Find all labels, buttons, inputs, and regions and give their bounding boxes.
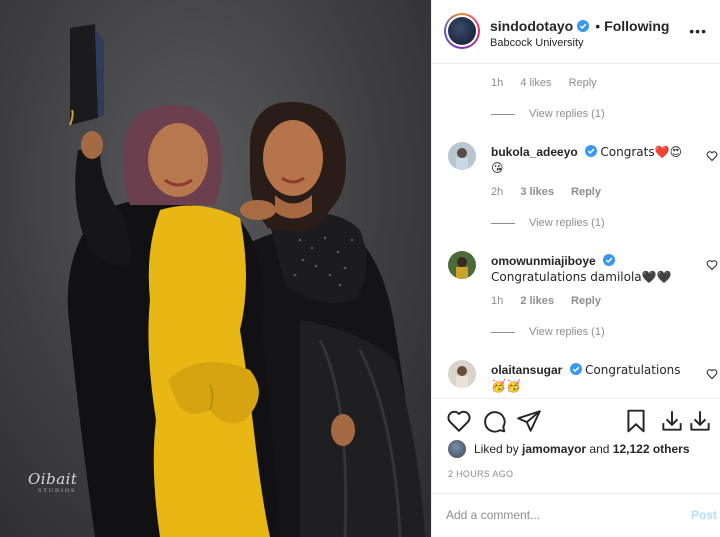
comment-likes[interactable]: 2 likes	[520, 295, 554, 307]
commenter-username[interactable]: omowunmiajiboye	[491, 254, 596, 268]
verified-badge-icon	[603, 254, 616, 266]
comment-reply-button[interactable]: Reply	[569, 77, 597, 89]
comments-list[interactable]: 1h 4 likes Reply View replies (1) bukola…	[432, 65, 720, 398]
post-header: sindodotayo • Following Babcock Universi…	[432, 0, 720, 64]
comment-likes[interactable]: 4 likes	[520, 77, 551, 89]
replies-line	[491, 331, 515, 333]
comment-input[interactable]	[446, 505, 666, 525]
download-alt-icon[interactable]	[687, 408, 713, 434]
commenter-username[interactable]: bukola_adeeyo	[491, 145, 578, 159]
add-comment-bar: Post	[432, 493, 720, 537]
following-button[interactable]: Following	[604, 18, 669, 34]
post-action-bar	[432, 398, 720, 444]
replies-line	[491, 113, 515, 115]
like-comment-heart-icon[interactable]	[706, 259, 718, 271]
commenter-avatar[interactable]	[448, 142, 476, 170]
likes-count[interactable]: 12,122 others	[613, 442, 690, 456]
author-line: sindodotayo • Following	[490, 18, 669, 34]
liked-by-prefix: Liked by	[474, 442, 519, 456]
comment-bubble-icon[interactable]	[481, 408, 507, 434]
post-side-panel: sindodotayo • Following Babcock Universi…	[431, 0, 720, 537]
comment-time: 2h	[491, 186, 504, 198]
more-options-icon[interactable]: •••	[689, 23, 707, 39]
comment-reply-button[interactable]: Reply	[571, 295, 601, 307]
verified-badge-icon	[585, 145, 598, 157]
verified-badge-icon	[569, 363, 582, 375]
comment-text-block: omowunmiajiboye Congratulations damilola…	[491, 253, 691, 285]
view-replies-label: View replies (1)	[529, 108, 605, 120]
author-avatar[interactable]	[444, 13, 480, 49]
post-comment-button[interactable]: Post	[691, 508, 717, 522]
save-bookmark-icon[interactable]	[623, 408, 649, 434]
liked-by-row: Liked by jamomayor and 12,122 others	[448, 440, 690, 458]
comment-meta: 1h 2 likes Reply	[491, 295, 615, 307]
view-replies-button[interactable]: View replies (1)	[491, 217, 605, 229]
post-photo[interactable]: Oibait STUDIOS	[0, 0, 431, 537]
view-replies-label: View replies (1)	[529, 217, 605, 229]
liker-avatar[interactable]	[448, 440, 466, 458]
comment-likes[interactable]: 3 likes	[520, 186, 554, 198]
author-username[interactable]: sindodotayo	[490, 18, 573, 34]
comment-body: Congratulations damilola🖤🖤	[491, 270, 672, 284]
watermark-sub: STUDIOS	[38, 488, 77, 494]
comment-time: 1h	[491, 295, 504, 307]
photo-illustration	[67, 24, 425, 537]
like-comment-heart-icon[interactable]	[706, 368, 718, 380]
view-replies-label: View replies (1)	[529, 326, 605, 338]
like-comment-heart-icon[interactable]	[706, 150, 718, 162]
comment-meta: 1h 4 likes Reply	[491, 77, 611, 89]
comment-text-block: olaitansugar Congratulations 🥳🥳	[491, 362, 691, 394]
like-heart-icon[interactable]	[446, 408, 472, 434]
post-location[interactable]: Babcock University	[490, 37, 584, 49]
comment-text-block: bukola_adeeyo Congrats❤️😍😘	[491, 144, 691, 176]
commenter-avatar[interactable]	[448, 251, 476, 279]
verified-badge-icon	[577, 20, 590, 32]
liked-by-joiner: and	[589, 442, 610, 456]
separator-dot: •	[595, 18, 601, 34]
commenter-username[interactable]: olaitansugar	[491, 363, 562, 377]
comment-reply-button[interactable]: Reply	[571, 186, 601, 198]
share-send-icon[interactable]	[516, 408, 542, 434]
download-icon[interactable]	[659, 408, 685, 434]
commenter-avatar[interactable]	[448, 360, 476, 388]
liker-username[interactable]: jamomayor	[522, 442, 586, 456]
comment-time: 1h	[491, 77, 504, 89]
comment-item: olaitansugar Congratulations 🥳🥳	[448, 360, 718, 398]
comment-meta: 2h 3 likes Reply	[491, 186, 615, 198]
replies-line	[491, 222, 515, 224]
post-time-ago[interactable]: 2 HOURS AGO	[448, 469, 513, 479]
view-replies-button[interactable]: View replies (1)	[491, 326, 605, 338]
watermark-main: Oibait	[28, 470, 78, 488]
photo-watermark: Oibait STUDIOS	[28, 470, 77, 494]
view-replies-button[interactable]: View replies (1)	[491, 108, 605, 120]
